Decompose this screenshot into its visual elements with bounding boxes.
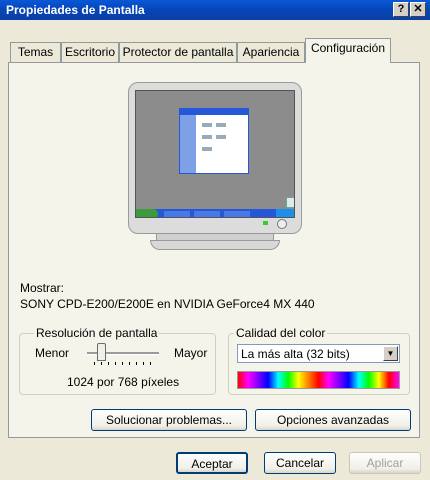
preview-drive-icon bbox=[202, 123, 212, 127]
tab-label: Protector de pantalla bbox=[122, 45, 234, 59]
taskbar-item bbox=[164, 211, 190, 217]
start-button bbox=[136, 209, 158, 217]
tab-apariencia[interactable]: Apariencia bbox=[237, 42, 305, 62]
preview-window bbox=[179, 108, 249, 174]
window-title: Propiedades de Pantalla bbox=[6, 3, 145, 17]
tab-label: Temas bbox=[17, 45, 54, 59]
preview-window-sidebar bbox=[180, 115, 196, 173]
tab-label: Configuración bbox=[310, 41, 386, 55]
preview-drive-icon bbox=[216, 123, 226, 127]
preview-drive-icon bbox=[202, 147, 212, 151]
advanced-options-button[interactable]: Opciones avanzadas bbox=[255, 409, 411, 431]
power-knob-icon bbox=[277, 219, 287, 229]
resolution-value: 1024 por 768 píxeles bbox=[67, 375, 180, 389]
tab-escritorio[interactable]: Escritorio bbox=[61, 42, 119, 62]
taskbar-item bbox=[194, 211, 220, 217]
color-quality-select[interactable]: La más alta (32 bits) ▼ bbox=[237, 344, 400, 363]
resolution-max-label: Mayor bbox=[174, 346, 208, 360]
tab-label: Apariencia bbox=[242, 45, 300, 59]
title-bar[interactable]: Propiedades de Pantalla ? ✕ bbox=[0, 0, 430, 20]
recycle-bin-icon bbox=[286, 197, 294, 208]
resolution-slider-ticks bbox=[94, 362, 156, 365]
tab-configuracion[interactable]: Configuración bbox=[305, 38, 391, 63]
cancel-button[interactable]: Cancelar bbox=[264, 452, 336, 474]
tab-protector-pantalla[interactable]: Protector de pantalla bbox=[119, 42, 237, 62]
help-button[interactable]: ? bbox=[393, 2, 409, 17]
taskbar-item bbox=[224, 211, 250, 217]
system-tray bbox=[276, 209, 294, 217]
monitor-stand-base bbox=[150, 240, 280, 250]
display-label: Mostrar: bbox=[20, 281, 65, 295]
display-device: SONY CPD-E200/E200E en NVIDIA GeForce4 M… bbox=[20, 297, 315, 311]
power-led-icon bbox=[263, 221, 268, 225]
preview-taskbar bbox=[136, 209, 294, 217]
tab-label: Escritorio bbox=[64, 45, 115, 59]
resolution-slider-thumb[interactable] bbox=[96, 343, 106, 361]
monitor-screen bbox=[135, 90, 295, 218]
color-spectrum-bar bbox=[237, 371, 400, 389]
troubleshoot-button[interactable]: Solucionar problemas... bbox=[91, 409, 247, 431]
color-quality-group-label: Calidad del color bbox=[234, 326, 328, 340]
tab-temas[interactable]: Temas bbox=[10, 42, 61, 62]
preview-drive-icon bbox=[216, 135, 226, 139]
preview-drive-icon bbox=[202, 135, 212, 139]
resolution-min-label: Menor bbox=[35, 346, 70, 360]
chevron-down-icon[interactable]: ▼ bbox=[383, 346, 398, 361]
resolution-group-label: Resolución de pantalla bbox=[34, 326, 160, 340]
ok-button[interactable]: Aceptar bbox=[176, 452, 248, 474]
color-quality-selected: La más alta (32 bits) bbox=[241, 347, 350, 361]
apply-button[interactable]: Aplicar bbox=[349, 452, 421, 474]
close-button[interactable]: ✕ bbox=[410, 2, 426, 17]
